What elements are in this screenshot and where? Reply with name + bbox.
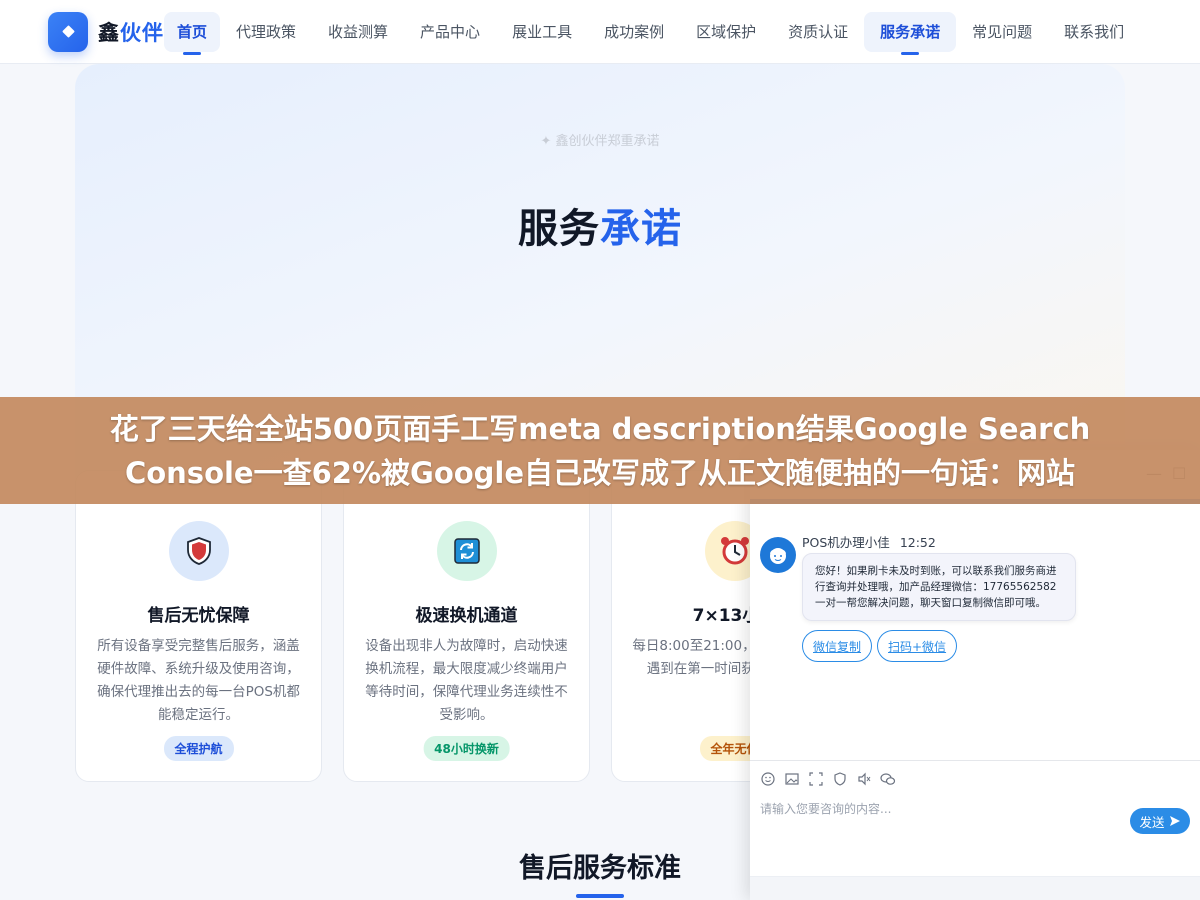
agent-avatar [760,537,796,573]
message-time: 12:52 [899,535,936,550]
site-header: 鑫伙伴 首页 代理政策 收益测算 产品中心 展业工具 成功案例 区域保护 资质认… [0,0,1200,64]
chat-footer [750,876,1200,900]
nav-item-agent-policy[interactable]: 代理政策 [220,12,312,52]
hero-badge: ✦ 鑫创伙伴郑重承诺 [540,134,660,149]
brand-logo[interactable]: 鑫伙伴 [48,11,164,52]
main-nav: 首页 代理政策 收益测算 产品中心 展业工具 成功案例 区域保护 资质认证 服务… [164,11,1140,52]
message-sender: POS机办理小佳 12:52 [802,535,936,550]
card-description: 所有设备享受完整售后服务，涵盖硬件故障、系统升级及使用咨询，确保代理推出去的每一… [97,638,300,723]
card-tag: 48小时换新 [423,736,510,761]
sound-icon[interactable] [856,771,872,787]
copy-wechat-button[interactable]: 微信复制 [802,630,873,662]
card-title: 售后无忧保障 [147,606,250,626]
rating-icon[interactable] [832,771,848,787]
card-title: 极速换机通道 [415,606,518,626]
message-bubble: 您好！如果刷卡未及时到账，可以联系我们服务商进行查询并处理哦，加产品经理微信：1… [802,553,1076,621]
card-fast-replacement: 极速换机通道 设备出现非人为故障时，启动快速换机流程，最大限度减少终端用户等待时… [343,470,590,782]
chat-toolbar [750,760,1200,796]
shield-icon [168,521,229,581]
card-description: 设备出现非人为故障时，启动快速换机流程，最大限度减少终端用户等待时间，保障代理业… [365,638,568,723]
nav-item-products[interactable]: 产品中心 [404,12,496,52]
nav-item-service-promise[interactable]: 服务承诺 [864,11,957,52]
scan-wechat-button[interactable]: 扫码+微信 [877,630,958,662]
nav-item-contact[interactable]: 联系我们 [1048,12,1140,52]
wechat-icon[interactable] [880,771,896,787]
nav-item-home[interactable]: 首页 [164,11,221,52]
diamond-logo-icon [48,11,88,52]
page-title: 服务承诺 [518,206,682,252]
emoji-icon[interactable] [760,771,776,787]
brand-name: 鑫伙伴 [98,20,164,45]
overlay-caption-banner: 花了三天给全站500页面手工写meta description结果Google … [0,397,1200,504]
screenshot-icon[interactable] [808,771,824,787]
nav-item-cases[interactable]: 成功案例 [588,12,680,52]
card-after-sales: 售后无忧保障 所有设备享受完整售后服务，涵盖硬件故障、系统升级及使用咨询，确保代… [75,470,322,782]
nav-item-region-protection[interactable]: 区域保护 [680,12,772,52]
chat-messages: POS机办理小佳 12:52 您好！如果刷卡未及时到账，可以联系我们服务商进行查询… [750,509,1200,759]
nav-item-tools[interactable]: 展业工具 [496,12,588,52]
refresh-icon [436,521,497,581]
overlay-caption-text: 花了三天给全站500页面手工写meta description结果Google … [109,411,1091,490]
chat-widget: — ☐ POS机办理小佳12:52 您好！如果刷卡未及时到账，可以联系我们服务商… [750,450,1200,900]
nav-item-earnings-calc[interactable]: 收益测算 [312,12,404,52]
card-tag: 全程护航 [163,736,234,761]
nav-item-certification[interactable]: 资质认证 [772,12,864,52]
section-title-underline [576,894,624,898]
nav-item-faq[interactable]: 常见问题 [956,12,1048,52]
image-icon[interactable] [784,771,800,787]
message-input[interactable]: 请输入您要咨询的内容... [760,800,1120,817]
send-arrow-icon [1169,816,1180,826]
send-button[interactable]: 发送 [1130,808,1190,834]
